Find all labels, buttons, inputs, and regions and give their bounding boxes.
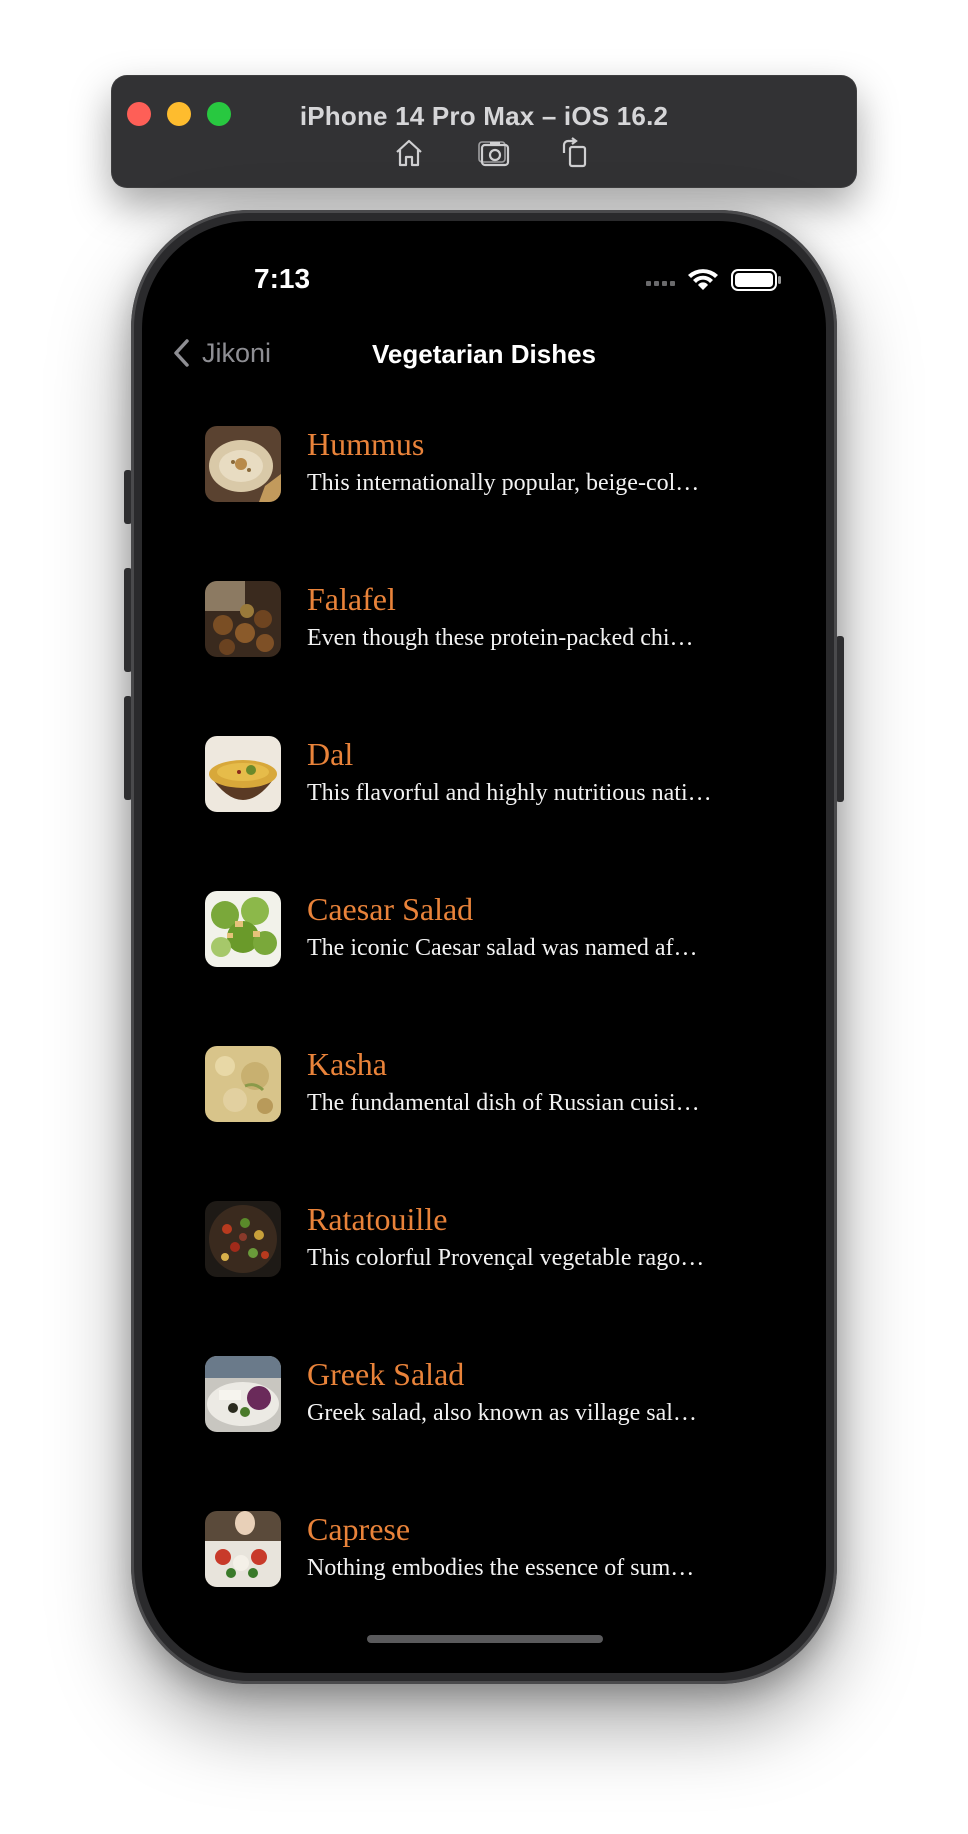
falafel-thumbnail [205, 581, 281, 657]
status-icons [646, 267, 786, 291]
dish-name: Dal [307, 736, 354, 772]
simulator-title: iPhone 14 Pro Max – iOS 16.2 [299, 101, 669, 131]
dish-row-ratatouille[interactable]: Ratatouille This colorful Provençal vege… [205, 1201, 765, 1356]
screenshot-icon[interactable] [475, 133, 515, 173]
caprese-thumbnail [205, 1511, 281, 1587]
kasha-thumbnail [205, 1046, 281, 1122]
dish-description: Even though these protein-packed chi… [307, 625, 694, 651]
dish-name: Caesar Salad [307, 891, 474, 927]
dish-row-hummus[interactable]: Hummus This internationally popular, bei… [205, 426, 765, 581]
phone-screen: 7:13 Jikoni Vegetarian Dishes Hummus Thi… [142, 221, 826, 1673]
dish-name: Falafel [307, 581, 396, 617]
dish-description: The iconic Caesar salad was named af… [307, 935, 698, 961]
dish-name: Caprese [307, 1511, 411, 1547]
ratatouille-thumbnail [205, 1201, 281, 1277]
dish-description: The fundamental dish of Russian cuisi… [307, 1090, 700, 1116]
dish-description: This internationally popular, beige-col… [307, 470, 700, 496]
cellular-signal-icon [646, 281, 675, 286]
dish-description: This flavorful and highly nutritious nat… [307, 780, 712, 806]
power-button [836, 636, 844, 802]
hummus-thumbnail [205, 426, 281, 502]
wifi-icon [688, 269, 718, 290]
dish-description: Greek salad, also known as village sal… [307, 1400, 697, 1426]
dynamic-island [396, 243, 572, 295]
dal-thumbnail [205, 736, 281, 812]
dish-name: Greek Salad [307, 1356, 465, 1392]
dish-name: Hummus [307, 426, 425, 462]
dish-row-greek-salad[interactable]: Greek Salad Greek salad, also known as v… [205, 1356, 765, 1511]
dish-description: This colorful Provençal vegetable rago… [307, 1245, 705, 1271]
battery-icon [731, 269, 781, 291]
home-icon[interactable] [389, 133, 429, 173]
greek-salad-thumbnail [205, 1356, 281, 1432]
simulator-titlebar: iPhone 14 Pro Max – iOS 16.2 [111, 75, 857, 188]
status-time: 7:13 [254, 263, 311, 294]
dish-row-dal[interactable]: Dal This flavorful and highly nutritious… [205, 736, 765, 891]
rotate-icon[interactable] [555, 133, 595, 173]
dish-row-kasha[interactable]: Kasha The fundamental dish of Russian cu… [205, 1046, 765, 1201]
dish-name: Kasha [307, 1046, 387, 1082]
dish-description: Nothing embodies the essence of sum… [307, 1555, 695, 1581]
dish-row-caesar-salad[interactable]: Caesar Salad The iconic Caesar salad was… [205, 891, 765, 1046]
caesar-salad-thumbnail [205, 891, 281, 967]
page-title: Vegetarian Dishes [372, 339, 596, 369]
home-indicator[interactable] [367, 1635, 603, 1643]
dish-list: Hummus This internationally popular, bei… [205, 426, 765, 1666]
dish-name: Ratatouille [307, 1201, 448, 1237]
dish-row-falafel[interactable]: Falafel Even though these protein-packed… [205, 581, 765, 736]
